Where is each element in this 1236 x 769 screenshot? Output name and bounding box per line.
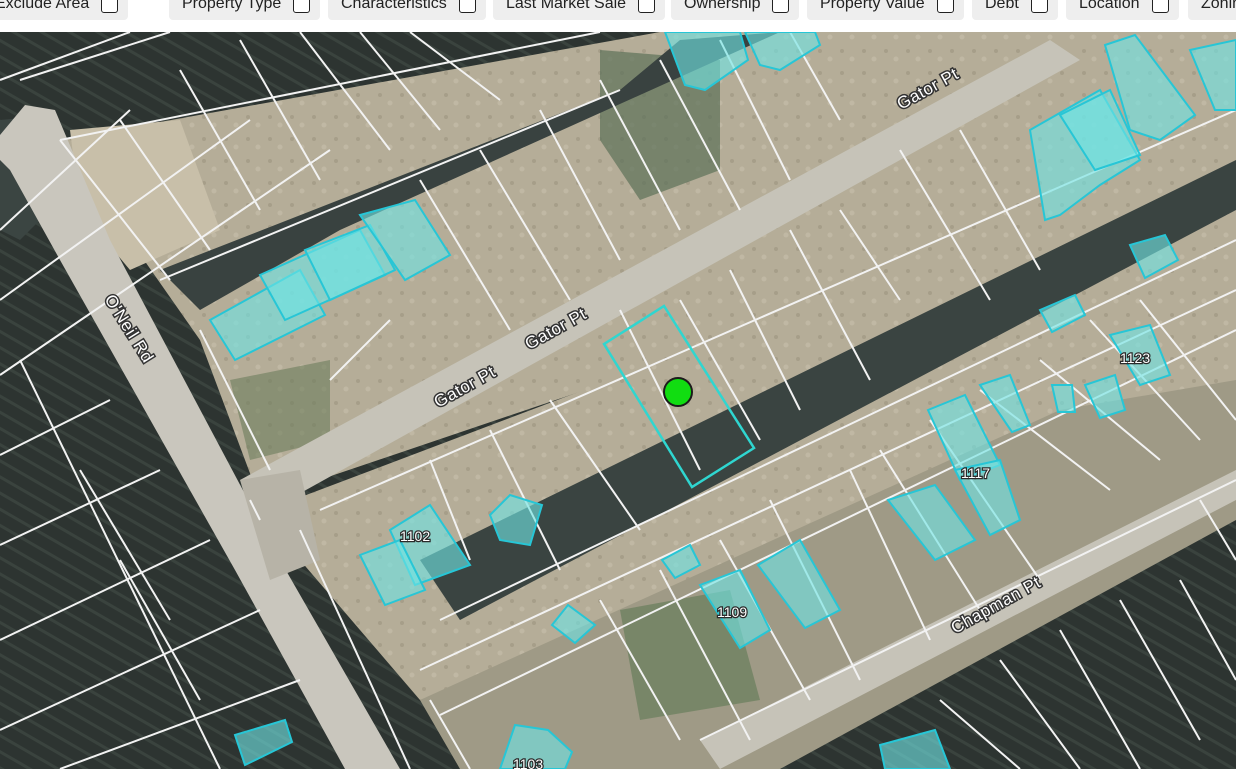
filter-checkbox[interactable]	[293, 0, 311, 13]
filter-label: Characteristics	[341, 0, 447, 12]
address-label-1123: 1123	[1120, 350, 1150, 366]
filter-label: Property Value	[820, 0, 925, 12]
aerial-map[interactable]: O'Neil Rd Gator Pt Gator Pt Gator Pt Cha…	[0, 32, 1236, 769]
filter-label: Ownership	[684, 0, 761, 12]
filter-label: Zoning	[1201, 0, 1236, 12]
filter-location[interactable]: Location	[1066, 0, 1179, 20]
filter-ownership[interactable]: Ownership	[671, 0, 800, 20]
filter-checkbox[interactable]	[458, 0, 476, 13]
address-label-1102: 1102	[400, 528, 430, 544]
address-label-1109: 1109	[717, 604, 747, 620]
filter-exclude-area[interactable]: Exclude Area	[0, 0, 129, 20]
filter-checkbox[interactable]	[1151, 0, 1169, 13]
filter-checkbox[interactable]	[936, 0, 954, 13]
address-label-1103: 1103	[513, 756, 543, 769]
location-marker-icon[interactable]	[663, 377, 693, 407]
address-label-1117: 1117	[961, 465, 990, 481]
filter-characteristics[interactable]: Characteristics	[328, 0, 486, 20]
filter-label: Exclude Area	[0, 0, 90, 12]
filter-checkbox[interactable]	[1030, 0, 1048, 13]
filter-checkbox[interactable]	[101, 0, 119, 13]
filter-property-type[interactable]: Property Type	[169, 0, 321, 20]
filter-checkbox[interactable]	[638, 0, 656, 13]
filter-zoning[interactable]: Zoning	[1188, 0, 1236, 20]
filter-debt[interactable]: Debt	[972, 0, 1058, 20]
filter-label: Property Type	[182, 0, 282, 12]
filter-last-market-sale[interactable]: Last Market Sale	[493, 0, 666, 20]
filter-bar: Exclude Area Property Type Characteristi…	[0, 0, 1236, 32]
filter-label: Debt	[985, 0, 1019, 12]
filter-label: Location	[1079, 0, 1140, 12]
filter-label: Last Market Sale	[506, 0, 627, 12]
filter-property-value[interactable]: Property Value	[807, 0, 964, 20]
filter-checkbox[interactable]	[772, 0, 790, 13]
map-view[interactable]: O'Neil Rd Gator Pt Gator Pt Gator Pt Cha…	[0, 32, 1236, 769]
